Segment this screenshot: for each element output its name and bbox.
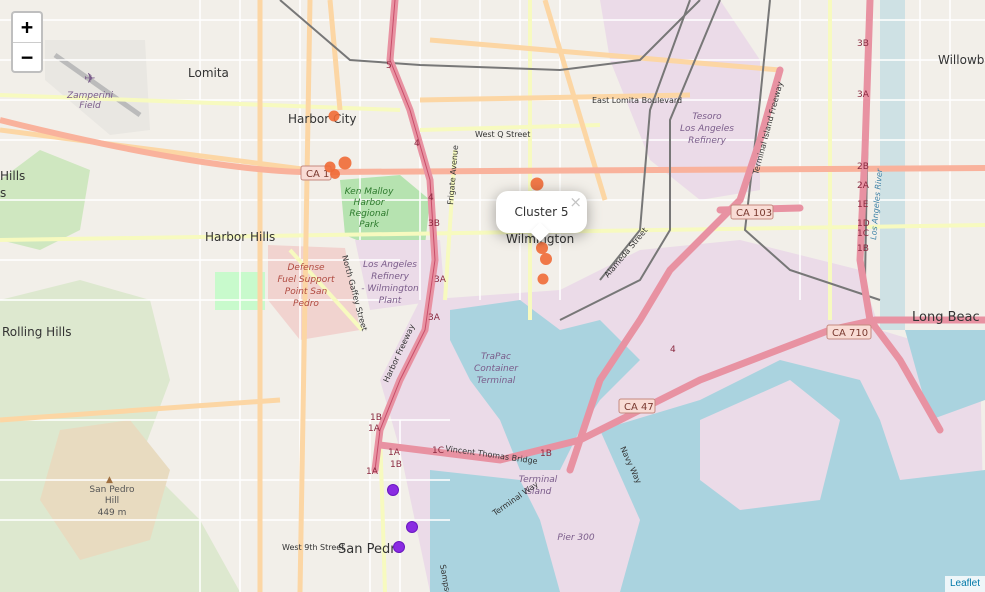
label-ken-malloy-3: Regional (349, 209, 389, 219)
cluster-marker-purple[interactable] (387, 484, 399, 496)
label-tesoro-2: Los Angeles (680, 124, 734, 134)
exit-label: 1B (390, 460, 402, 470)
cluster-marker-orange[interactable] (530, 177, 544, 191)
label-trapac: TraPac (481, 352, 511, 362)
label-lomita: Lomita (188, 66, 229, 80)
label-sp-hill-2: Hill (105, 496, 119, 506)
exit-label: 4 (670, 345, 676, 355)
attribution-link[interactable]: Leaflet (944, 576, 985, 592)
cluster-marker-orange[interactable] (536, 242, 548, 254)
label-defense-3: Point San (285, 287, 328, 297)
label-refinery: Los Angeles (363, 260, 417, 270)
label-san-pedro: San Pedro (338, 542, 403, 557)
exit-label: 1B (370, 413, 382, 423)
shield-ca103-text: CA 103 (736, 208, 772, 219)
basemap[interactable]: Lomita Harbor City Harbor Hills Rolling … (0, 0, 985, 592)
peak-icon: ▲ (106, 475, 113, 485)
label-refinery-4: Plant (379, 296, 402, 306)
cluster-marker-purple[interactable] (393, 541, 405, 553)
cluster-marker-orange[interactable] (330, 169, 340, 179)
cluster-marker-orange[interactable] (537, 273, 549, 285)
cluster-popup: Cluster 5 × (496, 191, 587, 242)
label-ken-malloy-4: Park (359, 220, 380, 230)
label-zamperini-field: Field (79, 101, 101, 111)
exit-label: 5 (386, 61, 392, 71)
label-sp-hill: San Pedro (89, 485, 135, 495)
label-willowbrook: Willowb (938, 53, 984, 67)
label-defense-4: Pedro (293, 299, 319, 309)
exit-label: 1A (368, 424, 381, 434)
cluster-marker-orange[interactable] (328, 110, 340, 122)
shield-ca47-text: CA 47 (624, 402, 654, 413)
exit-label: 3B (428, 219, 440, 229)
label-pier-300: Pier 300 (557, 533, 594, 543)
label-ken-malloy: Ken Malloy (345, 187, 394, 197)
label-west-q: West Q Street (475, 130, 530, 139)
exit-label: 4 (428, 193, 434, 203)
map-container[interactable]: Lomita Harbor City Harbor Hills Rolling … (0, 0, 985, 592)
exit-label: 1C (432, 446, 444, 456)
exit-label: 3A (428, 313, 441, 323)
cluster-marker-orange[interactable] (338, 156, 352, 170)
zoom-in-button[interactable]: + (13, 13, 41, 43)
label-harbor-hills: Harbor Hills (205, 230, 275, 244)
popup-close-button[interactable]: × (569, 193, 582, 211)
label-zamperini: Zamperini (66, 91, 114, 101)
label-defense-2: Fuel Support (278, 275, 335, 285)
label-harbor-city: Harbor City (288, 112, 357, 126)
shield-ca710-text: CA 710 (832, 328, 868, 339)
exit-label: 3A (857, 90, 870, 100)
zoom-out-button[interactable]: − (13, 43, 41, 71)
label-trapac-2: Container (474, 364, 519, 374)
label-hills-edge: Hills (0, 169, 25, 183)
exit-label: 1C (857, 229, 869, 239)
exit-label: 2B (857, 162, 869, 172)
shield-ca1-text: CA 1 (306, 169, 329, 180)
cluster-marker-orange[interactable] (540, 253, 552, 265)
exit-label: 1A (366, 467, 379, 477)
label-sp-hill-3: 449 m (98, 508, 127, 518)
label-terminal-island: Terminal (519, 475, 558, 485)
airport-icon: ✈ (84, 71, 96, 87)
exit-label: 2A (857, 181, 870, 191)
la-river (880, 0, 905, 330)
exit-label: 1E (857, 200, 869, 210)
label-tesoro: Tesoro (692, 112, 722, 122)
exit-label: 1A (388, 448, 401, 458)
exit-label: 1B (540, 449, 552, 459)
exit-label: 4 (414, 139, 420, 149)
exit-label: 3A (434, 275, 447, 285)
label-west-9th: West 9th Street (282, 543, 344, 552)
label-refinery-2: Refinery (371, 272, 410, 282)
exit-label: 3B (857, 39, 869, 49)
cluster-marker-purple[interactable] (406, 521, 418, 533)
label-defense: Defense (287, 263, 325, 273)
exit-label: 1B (857, 244, 869, 254)
exit-label: 1D (857, 219, 870, 229)
label-refinery-3: - Wilmington (361, 284, 419, 294)
label-ken-malloy-2: Harbor (354, 198, 386, 208)
label-tesoro-3: Refinery (688, 136, 727, 146)
label-long-beach: Long Beac (912, 310, 980, 325)
label-trapac-3: Terminal (477, 376, 516, 386)
zoom-control: + − (11, 11, 43, 73)
label-east-lomita: East Lomita Boulevard (592, 96, 682, 105)
label-rolling-hills: Rolling Hills (2, 325, 71, 339)
label-s-edge: s (0, 186, 6, 200)
